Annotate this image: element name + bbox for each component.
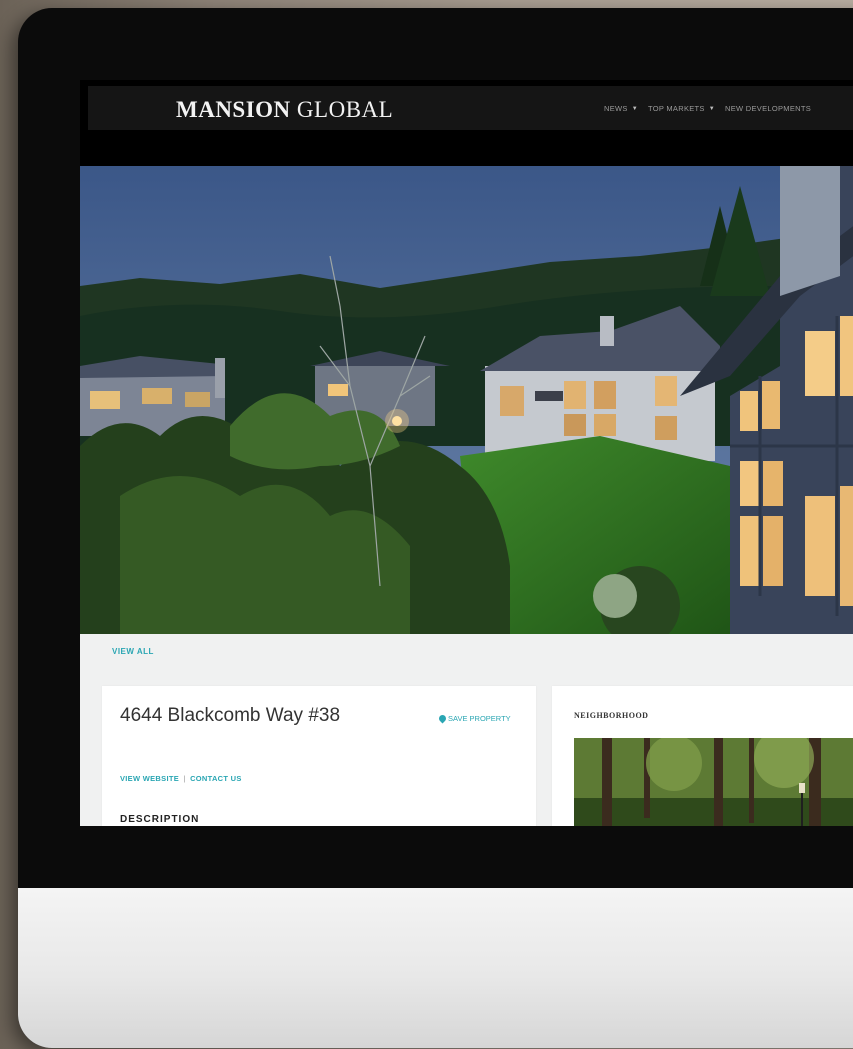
neighborhood-title: NEIGHBORHOOD — [574, 711, 649, 720]
property-card: 4644 Blackcomb Way #38 SAVE PROPERTY VIE… — [102, 686, 536, 826]
save-property-button[interactable]: SAVE PROPERTY — [437, 713, 511, 724]
save-property-label: SAVE PROPERTY — [448, 714, 511, 723]
monitor-chin — [18, 888, 853, 1048]
top-nav: MANSION GLOBAL NEWS ▼ TOP MARKETS ▼ NEW … — [88, 86, 853, 130]
logo-light: GLOBAL — [296, 97, 394, 122]
hero-illustration — [80, 166, 853, 634]
map-pin-icon — [437, 713, 448, 724]
site-logo[interactable]: MANSION GLOBAL — [176, 97, 393, 123]
nav-item-news[interactable]: NEWS ▼ — [604, 104, 638, 113]
view-all-link[interactable]: VIEW ALL — [112, 647, 154, 656]
neighborhood-illustration — [574, 738, 853, 826]
view-website-link[interactable]: VIEW WEBSITE — [120, 774, 179, 783]
neighborhood-card: NEIGHBORHOOD — [552, 686, 853, 826]
neighborhood-photo[interactable] — [574, 738, 853, 826]
contact-us-link[interactable]: CONTACT US — [190, 774, 242, 783]
property-links: VIEW WEBSITE | CONTACT US — [120, 774, 242, 783]
browser-screen: MANSION GLOBAL NEWS ▼ TOP MARKETS ▼ NEW … — [80, 80, 853, 826]
main-menu: NEWS ▼ TOP MARKETS ▼ NEW DEVELOPMENTS — [604, 104, 811, 113]
monitor-frame: MANSION GLOBAL NEWS ▼ TOP MARKETS ▼ NEW … — [18, 8, 853, 1048]
nav-item-label: NEW DEVELOPMENTS — [725, 104, 812, 113]
logo-bold: MANSION — [176, 97, 291, 122]
listing-page: VIEW ALL 4644 Blackcomb Way #38 SAVE PRO… — [80, 634, 853, 826]
description-heading: DESCRIPTION — [120, 814, 200, 825]
property-address: 4644 Blackcomb Way #38 — [120, 705, 341, 726]
hero-photo — [80, 166, 853, 634]
nav-item-new-developments[interactable]: NEW DEVELOPMENTS — [725, 104, 811, 113]
caret-down-icon: ▼ — [631, 105, 638, 112]
nav-item-top-markets[interactable]: TOP MARKETS ▼ — [648, 104, 715, 113]
nav-item-label: TOP MARKETS — [647, 104, 705, 113]
link-separator: | — [183, 774, 186, 783]
caret-down-icon: ▼ — [708, 105, 715, 112]
nav-item-label: NEWS — [604, 104, 628, 113]
